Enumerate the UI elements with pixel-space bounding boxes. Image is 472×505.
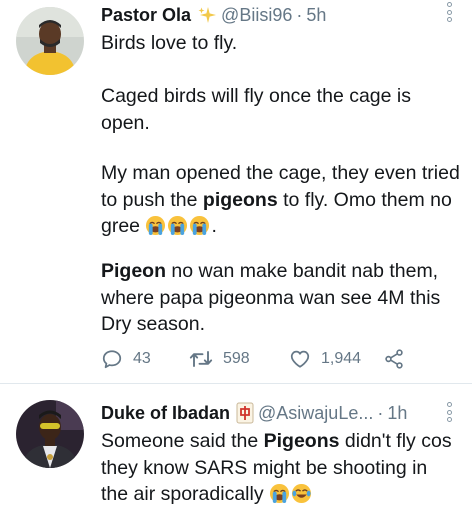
reply-button[interactable]: 43 <box>101 347 151 371</box>
timestamp[interactable]: 1h <box>387 403 407 424</box>
avatar[interactable] <box>16 400 84 468</box>
tweet-header: Duke of Ibadan @AsiwajuLe... · 1h <box>101 402 407 424</box>
reply-icon <box>102 350 122 369</box>
loudly-crying-face-icon <box>269 483 290 504</box>
tweet-text: Someone said the Pigeons didn't fly cos … <box>101 430 452 505</box>
keyword-pigeons: pigeons <box>202 188 278 211</box>
tweet-duke-of-ibadan[interactable]: Duke of Ibadan @AsiwajuLe... · 1h Someon… <box>0 384 472 505</box>
separator-dot: · <box>296 4 303 25</box>
keyword-pigeons: Pigeons <box>263 430 340 452</box>
loudly-crying-face-icon <box>145 215 166 236</box>
mahjong-red-dragon-icon <box>236 402 254 424</box>
retweet-button[interactable]: 598 <box>189 347 250 371</box>
tweet-actions: 43 598 1,944 <box>101 347 441 371</box>
keyword-pigeon: Pigeon <box>101 260 167 282</box>
display-name[interactable]: Duke of Ibadan <box>101 403 230 424</box>
avatar[interactable] <box>16 7 84 75</box>
tweet-header: Pastor Ola @Biisi96 · 5h <box>101 4 326 26</box>
heart-icon <box>290 350 310 368</box>
loudly-crying-face-icon <box>189 215 210 236</box>
tweet-pastor-ola[interactable]: Pastor Ola @Biisi96 · 5h Birds love to f… <box>0 0 472 383</box>
more-options-icon[interactable] <box>446 2 452 22</box>
share-button[interactable] <box>383 347 415 371</box>
more-options-icon[interactable] <box>446 402 452 422</box>
retweet-icon <box>189 351 213 367</box>
loudly-crying-face-icon <box>167 215 188 236</box>
display-name[interactable]: Pastor Ola <box>101 5 191 26</box>
sparkles-icon <box>197 5 217 25</box>
like-count: 1,944 <box>321 350 362 367</box>
face-with-tears-of-joy-icon <box>291 483 312 504</box>
user-handle[interactable]: @AsiwajuLe... <box>258 403 373 424</box>
reply-count: 43 <box>133 350 151 367</box>
tweet-text-paragraph-2: Caged birds will fly once the cage is op… <box>101 85 411 134</box>
tweet-text-paragraph-4: Pigeon no wan make bandit nab them, wher… <box>101 260 441 335</box>
timestamp[interactable]: 5h <box>306 5 326 26</box>
like-button[interactable]: 1,944 <box>289 347 361 371</box>
share-icon <box>385 349 403 369</box>
tweet-text-paragraph-3: My man opened the cage, they even tried … <box>101 162 460 237</box>
tweet-text-paragraph-1: Birds love to fly. <box>101 32 238 54</box>
retweet-count: 598 <box>223 350 250 367</box>
separator-dot: · <box>377 402 384 423</box>
user-handle[interactable]: @Biisi96 <box>221 5 292 26</box>
